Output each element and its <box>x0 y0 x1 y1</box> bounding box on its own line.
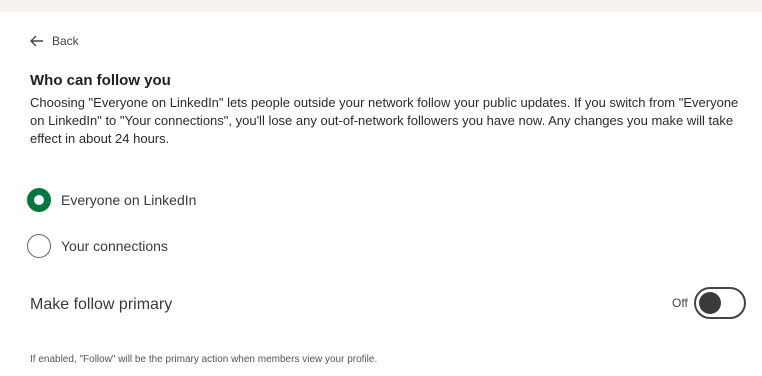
follow-primary-note: If enabled, "Follow" will be the primary… <box>30 354 378 365</box>
option-label: Your connections <box>61 238 168 254</box>
follow-primary-toggle-group: Off <box>672 287 746 319</box>
option-everyone[interactable]: Everyone on LinkedIn <box>27 188 196 212</box>
radio-unselected-icon[interactable] <box>27 234 51 258</box>
toggle-knob <box>698 292 721 314</box>
radio-selected-icon[interactable] <box>27 188 51 212</box>
toggle-state-label: Off <box>672 296 688 310</box>
section-description: Choosing "Everyone on LinkedIn" lets peo… <box>30 95 739 146</box>
follow-primary-toggle[interactable] <box>693 287 746 319</box>
back-label: Back <box>52 34 79 48</box>
section-title: Who can follow you <box>30 72 171 89</box>
back-button[interactable]: Back <box>30 34 79 48</box>
arrow-left-icon <box>30 35 44 47</box>
follow-primary-label: Make follow primary <box>30 296 173 313</box>
option-label: Everyone on LinkedIn <box>61 192 197 208</box>
settings-card: Back Who can follow you Choosing "Everyo… <box>0 12 762 376</box>
option-connections[interactable]: Your connections <box>27 234 168 258</box>
